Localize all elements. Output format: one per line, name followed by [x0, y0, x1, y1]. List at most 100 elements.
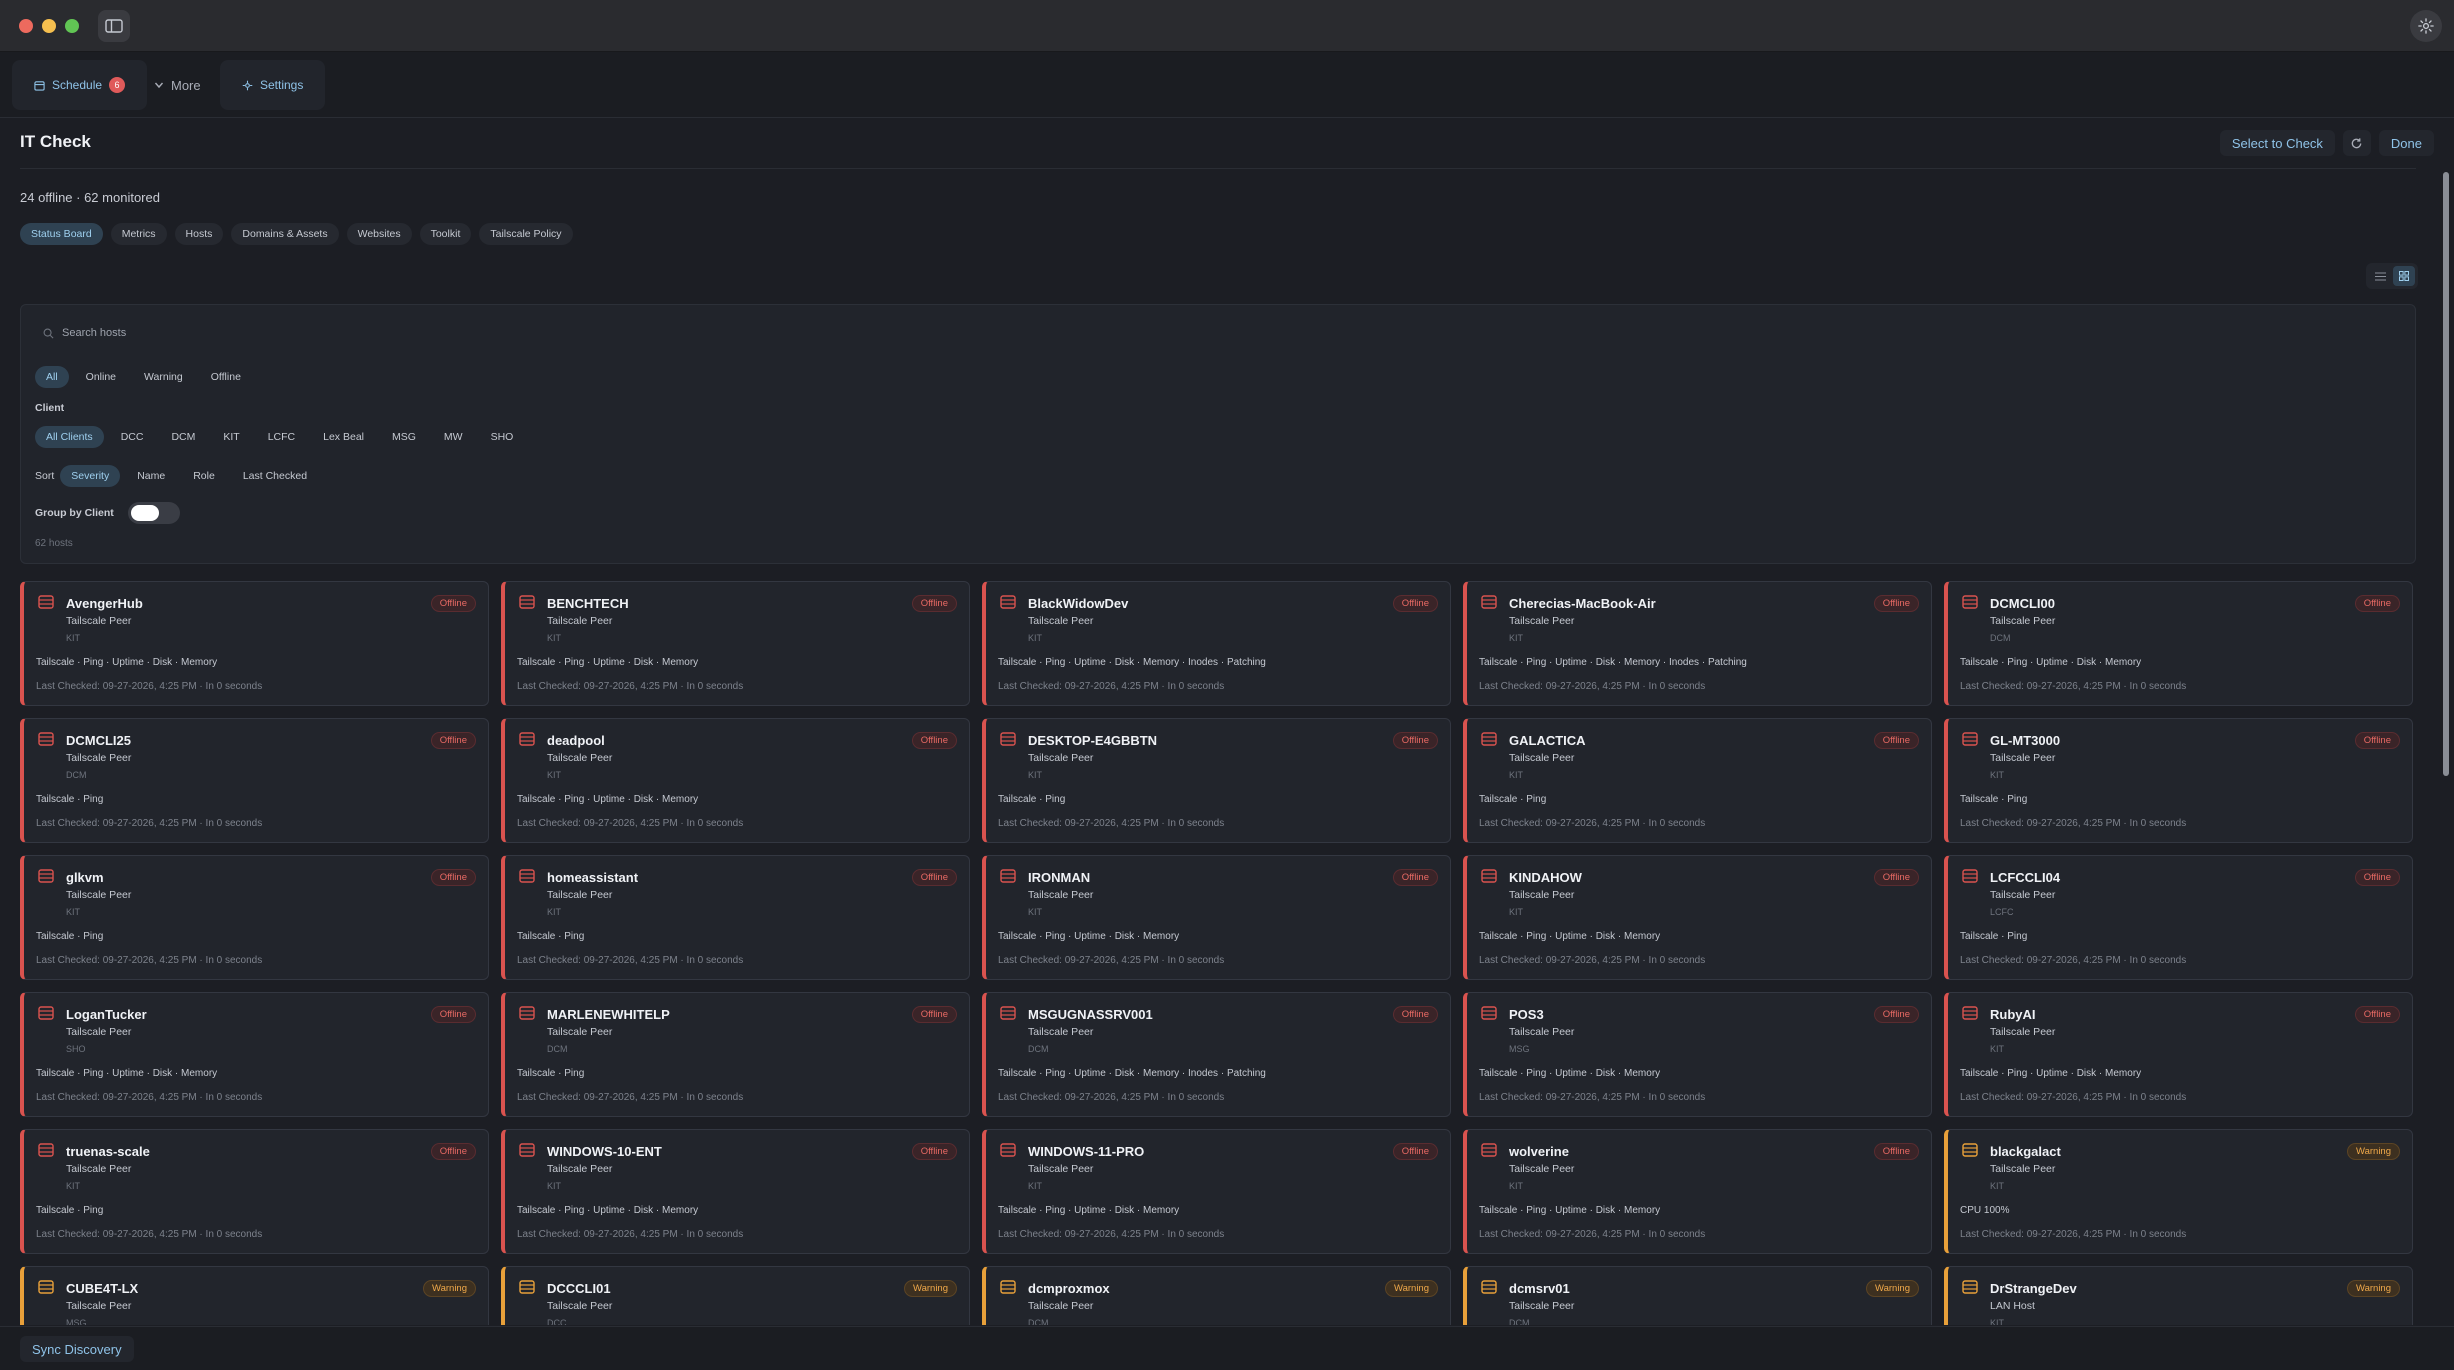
host-card[interactable]: GL-MT3000 Tailscale Peer KIT Tailscale · Pi…: [1944, 718, 2413, 843]
host-role: Tailscale Peer: [547, 1026, 613, 1038]
select-to-check-button[interactable]: Select to Check: [2219, 130, 2335, 156]
sidebar-toggle-button[interactable]: [98, 10, 130, 42]
status-badge: Offline: [2354, 732, 2400, 749]
host-card[interactable]: dcmsrv01 Tailscale Peer DCM Warning: [1463, 1266, 1932, 1325]
host-role: Tailscale Peer: [1509, 752, 1575, 764]
host-last-checked: Last Checked: 09-27-2026, 4:25 PM · In 0…: [36, 955, 263, 966]
client-filter-lex-beal[interactable]: Lex Beal: [312, 426, 375, 448]
host-card[interactable]: GALACTICA Tailscale Peer KIT Tailscale · Pi…: [1463, 718, 1932, 843]
status-badge: Offline: [1873, 1143, 1919, 1160]
status-badge: Offline: [430, 869, 476, 886]
host-card[interactable]: truenas-scale Tailscale Peer KIT Tailscale …: [20, 1129, 489, 1254]
host-client: DCM: [547, 1044, 568, 1054]
client-filter-kit[interactable]: KIT: [212, 426, 250, 448]
host-card[interactable]: MSGUGNASSRV001 Tailscale Peer DCM Tailscale…: [982, 992, 1451, 1117]
server-icon: [1962, 869, 1978, 888]
client-filter-dcc[interactable]: DCC: [110, 426, 155, 448]
host-card[interactable]: DCMCLI00 Tailscale Peer DCM Tailscale · Pin…: [1944, 581, 2413, 706]
scrollbar[interactable]: [2443, 172, 2449, 1322]
host-card[interactable]: LCFCCLI04 Tailscale Peer LCFC Tailscale · P…: [1944, 855, 2413, 980]
host-card[interactable]: KINDAHOW Tailscale Peer KIT Tailscale · Pin…: [1463, 855, 1932, 980]
list-view-button[interactable]: [2369, 266, 2391, 286]
search-input[interactable]: Search hosts: [43, 327, 126, 339]
server-icon: [1481, 869, 1497, 888]
client-filter-sho[interactable]: SHO: [480, 426, 525, 448]
host-name: homeassistant: [547, 870, 639, 885]
view-tab-tailscale-policy[interactable]: Tailscale Policy: [479, 223, 573, 245]
host-role: Tailscale Peer: [1990, 1026, 2056, 1038]
host-card[interactable]: deadpool Tailscale Peer KIT Tailscale · Pin…: [501, 718, 970, 843]
view-tab-websites[interactable]: Websites: [346, 223, 412, 245]
host-checks: Tailscale · Ping · Uptime · Disk · Memor…: [998, 931, 1180, 942]
host-name: POS3: [1509, 1007, 1544, 1022]
status-filter-warning[interactable]: Warning: [133, 366, 194, 388]
status-filter-offline[interactable]: Offline: [200, 366, 252, 388]
view-tab-toolkit[interactable]: Toolkit: [419, 223, 472, 245]
client-filter-mw[interactable]: MW: [433, 426, 474, 448]
search-icon: [43, 328, 54, 338]
zoom-window-button[interactable]: [65, 19, 79, 33]
host-client: KIT: [66, 1181, 81, 1191]
host-card[interactable]: blackgalact Tailscale Peer KIT CPU 100% Last…: [1944, 1129, 2413, 1254]
host-card[interactable]: wolverine Tailscale Peer KIT Tailscale · Pi…: [1463, 1129, 1932, 1254]
client-filter-lcfc[interactable]: LCFC: [257, 426, 306, 448]
group-by-client-toggle[interactable]: [127, 502, 180, 524]
client-filter-msg[interactable]: MSG: [381, 426, 427, 448]
view-tab-hosts[interactable]: Hosts: [174, 223, 224, 245]
host-client: KIT: [1028, 633, 1043, 643]
host-card[interactable]: BlackWidowDev Tailscale Peer KIT Tailscale …: [982, 581, 1451, 706]
host-card[interactable]: POS3 Tailscale Peer MSG Tailscale · Ping · …: [1463, 992, 1932, 1117]
tab-settings[interactable]: Settings: [220, 60, 326, 110]
tab-schedule[interactable]: Schedule 6: [12, 60, 148, 110]
client-filter-all-clients[interactable]: All Clients: [35, 426, 104, 448]
sort-option-role[interactable]: Role: [182, 465, 226, 487]
host-card[interactable]: DrStrangeDev LAN Host KIT Warning: [1944, 1266, 2413, 1325]
scrollbar-thumb[interactable]: [2443, 172, 2449, 776]
sort-option-last-checked[interactable]: Last Checked: [232, 465, 318, 487]
host-card[interactable]: glkvm Tailscale Peer KIT Tailscale · Ping La…: [20, 855, 489, 980]
tab-more[interactable]: More: [144, 60, 211, 110]
server-icon: [519, 595, 535, 614]
host-checks: CPU 100%: [1960, 1205, 2010, 1216]
minimize-window-button[interactable]: [42, 19, 56, 33]
host-role: Tailscale Peer: [1509, 1300, 1575, 1312]
host-card[interactable]: MARLENEWHITELP Tailscale Peer DCM Tailscale…: [501, 992, 970, 1117]
host-card[interactable]: DCMCLI25 Tailscale Peer DCM Tailscale · Pin…: [20, 718, 489, 843]
group-by-client-label: Group by Client: [35, 507, 114, 519]
host-card[interactable]: RubyAI Tailscale Peer KIT Tailscale · Ping …: [1944, 992, 2413, 1117]
host-card[interactable]: DESKTOP-E4GBBTN Tailscale Peer KIT Tailscal…: [982, 718, 1451, 843]
host-card[interactable]: Cherecias-MacBook-Air Tailscale Peer KIT Ta…: [1463, 581, 1932, 706]
view-tab-metrics[interactable]: Metrics: [110, 223, 167, 245]
status-filter-all[interactable]: All: [35, 366, 69, 388]
server-icon: [38, 1143, 54, 1162]
host-name: AvengerHub: [66, 596, 143, 611]
host-card[interactable]: BENCHTECH Tailscale Peer KIT Tailscale · Pi…: [501, 581, 970, 706]
host-card[interactable]: IRONMAN Tailscale Peer KIT Tailscale · Ping…: [982, 855, 1451, 980]
client-filter-dcm[interactable]: DCM: [160, 426, 206, 448]
refresh-button[interactable]: [2342, 130, 2371, 156]
view-tab-status-board[interactable]: Status Board: [20, 223, 103, 245]
sync-discovery-button[interactable]: Sync Discovery: [20, 1336, 134, 1362]
host-client: LCFC: [1990, 907, 2014, 917]
grid-view-button[interactable]: [2393, 266, 2415, 286]
search-placeholder: Search hosts: [62, 327, 127, 339]
host-checks: Tailscale · Ping: [517, 931, 585, 942]
host-card[interactable]: LoganTucker Tailscale Peer SHO Tailscale · …: [20, 992, 489, 1117]
host-card[interactable]: DCCCLI01 Tailscale Peer DCC Warning: [501, 1266, 970, 1325]
server-icon: [1962, 1143, 1978, 1162]
host-card[interactable]: CUBE4T-LX Tailscale Peer MSG Warning: [20, 1266, 489, 1325]
host-card[interactable]: WINDOWS-10-ENT Tailscale Peer KIT Tailscale…: [501, 1129, 970, 1254]
sort-option-severity[interactable]: Severity: [60, 465, 121, 487]
done-button[interactable]: Done: [2378, 130, 2434, 156]
sort-option-name[interactable]: Name: [126, 465, 176, 487]
app-settings-button[interactable]: [2410, 10, 2442, 42]
status-filter-online[interactable]: Online: [75, 366, 127, 388]
host-card[interactable]: dcmproxmox Tailscale Peer DCM Warning: [982, 1266, 1451, 1325]
view-tab-domains-assets[interactable]: Domains & Assets: [231, 223, 339, 245]
host-card[interactable]: AvengerHub Tailscale Peer KIT Tailscale · P…: [20, 581, 489, 706]
host-card[interactable]: homeassistant Tailscale Peer KIT Tailscale …: [501, 855, 970, 980]
host-last-checked: Last Checked: 09-27-2026, 4:25 PM · In 0…: [998, 1092, 1225, 1103]
close-window-button[interactable]: [19, 19, 33, 33]
host-card[interactable]: WINDOWS-11-PRO Tailscale Peer KIT Tailscale…: [982, 1129, 1451, 1254]
server-icon: [1000, 1280, 1016, 1299]
